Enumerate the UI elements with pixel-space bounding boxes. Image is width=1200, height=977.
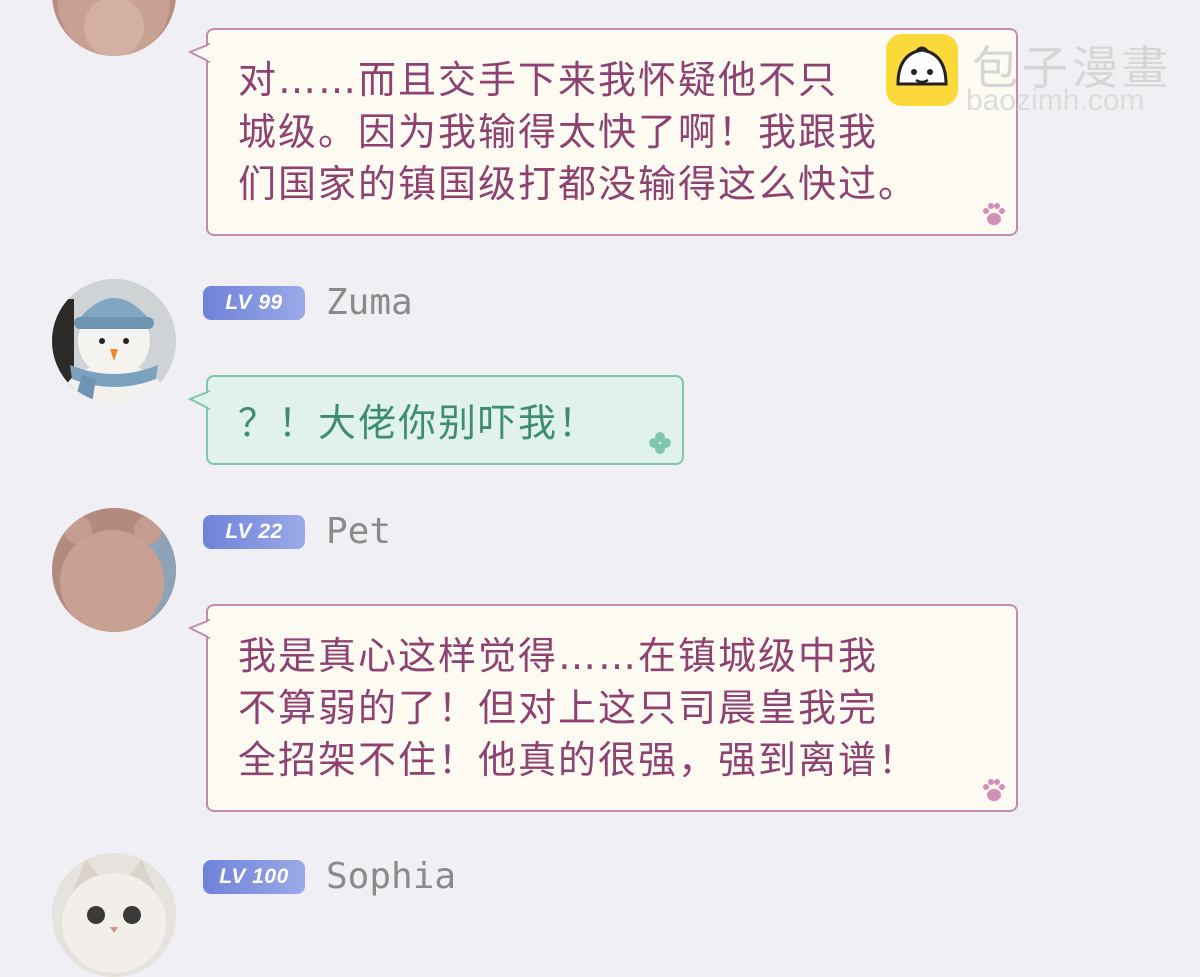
username[interactable]: Sophia xyxy=(326,855,456,899)
username[interactable]: Pet xyxy=(326,510,391,554)
message-text: 我是真心这样觉得……在镇城级中我 不算弱的了！但对上这只司晨皇我完 全招架不住！… xyxy=(238,634,919,782)
paw-icon xyxy=(983,203,1005,225)
message-bubble: ？！大佬你别吓我！ xyxy=(188,375,684,465)
bubble-tail xyxy=(188,42,210,64)
avatar-bear[interactable] xyxy=(52,0,176,56)
message-bubble: 我是真心这样觉得……在镇城级中我 不算弱的了！但对上这只司晨皇我完 全招架不住！… xyxy=(188,604,1018,812)
avatar-bear[interactable] xyxy=(52,508,176,632)
message-text: ？！大佬你别吓我！ xyxy=(238,401,599,445)
level-badge: LV 22 xyxy=(203,515,305,549)
bun-logo-icon xyxy=(886,34,958,106)
level-badge: LV 100 xyxy=(203,860,305,894)
clover-icon xyxy=(649,432,671,454)
watermark-url: baozimh.com xyxy=(966,84,1145,117)
avatar-snowman[interactable] xyxy=(52,279,176,403)
avatar-cat[interactable] xyxy=(52,853,176,977)
paw-icon xyxy=(983,779,1005,801)
username[interactable]: Zuma xyxy=(326,281,413,325)
bubble-tail xyxy=(188,618,210,640)
bubble-tail xyxy=(188,389,210,411)
watermark: 包子漫畫 baozimh.com xyxy=(886,34,1186,124)
level-badge: LV 99 xyxy=(203,286,305,320)
message-text: 对……而且交手下来我怀疑他不只 城级。因为我输得太快了啊！我跟我 们国家的镇国级… xyxy=(238,58,919,206)
